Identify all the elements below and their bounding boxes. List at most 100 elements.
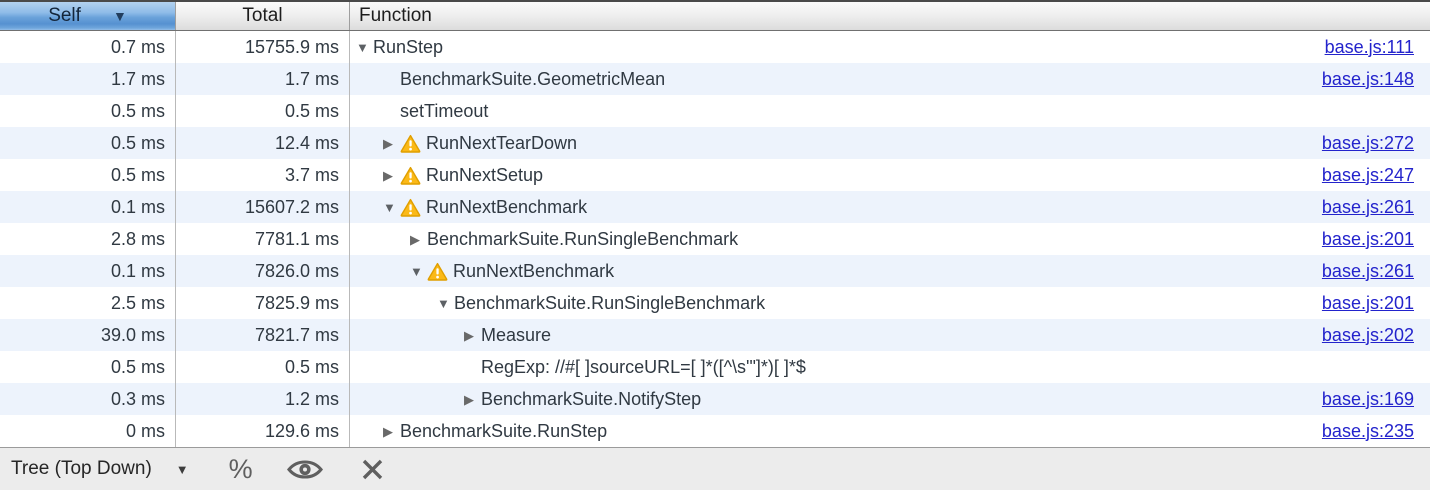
column-header-function[interactable]: Function xyxy=(350,2,1430,30)
function-cell: BenchmarkSuite.GeometricMean base.js:148 xyxy=(350,63,1430,95)
source-link[interactable]: base.js:201 xyxy=(1322,229,1430,250)
table-row[interactable]: 1.7 ms1.7 msBenchmarkSuite.GeometricMean… xyxy=(0,63,1430,95)
grid-header: Self ▼ Total Function xyxy=(0,0,1430,31)
total-time-value: 7821.7 ms xyxy=(176,319,350,351)
function-name: RunNextBenchmark xyxy=(426,197,587,218)
function-name: RunNextSetup xyxy=(426,165,543,186)
source-link[interactable]: base.js:201 xyxy=(1322,293,1430,314)
self-time-value: 0.1 ms xyxy=(0,191,176,223)
table-row[interactable]: 2.5 ms7825.9 ms ▼BenchmarkSuite.RunSingle… xyxy=(0,287,1430,319)
function-name: BenchmarkSuite.NotifyStep xyxy=(481,389,701,410)
total-time-value: 7826.0 ms xyxy=(176,255,350,287)
function-name: BenchmarkSuite.RunStep xyxy=(400,421,607,442)
total-time-value: 7825.9 ms xyxy=(176,287,350,319)
function-cell: setTimeout xyxy=(350,95,1430,127)
profiler-toolbar: Tree (Top Down) ▼ % xyxy=(0,447,1430,490)
function-cell: ▶BenchmarkSuite.RunStep base.js:235 xyxy=(350,415,1430,447)
table-row[interactable]: 0.5 ms0.5 mssetTimeout xyxy=(0,95,1430,127)
function-name: BenchmarkSuite.RunSingleBenchmark xyxy=(454,293,765,314)
tree-indent xyxy=(356,207,383,208)
source-link[interactable]: base.js:235 xyxy=(1322,421,1430,442)
percent-icon: % xyxy=(229,454,253,485)
collapse-arrow-icon[interactable]: ▼ xyxy=(437,297,454,310)
tree-indent xyxy=(356,431,383,432)
function-name: RegExp: //#[ ]sourceURL=[ ]*([^\s'"]*)[ … xyxy=(481,357,806,378)
function-cell: ▼ RunNextBenchmark base.js:261 xyxy=(350,191,1430,223)
self-time-value: 0.3 ms xyxy=(0,383,176,415)
self-time-value: 0.5 ms xyxy=(0,127,176,159)
total-time-value: 1.2 ms xyxy=(176,383,350,415)
tree-indent xyxy=(356,399,464,400)
column-header-self[interactable]: Self ▼ xyxy=(0,2,176,30)
table-row[interactable]: 0.5 ms3.7 ms▶RunNextSetupbase.js:247 xyxy=(0,159,1430,191)
source-link[interactable]: base.js:247 xyxy=(1322,165,1430,186)
collapse-arrow-icon[interactable]: ▼ xyxy=(356,41,373,54)
source-link[interactable]: base.js:111 xyxy=(1325,37,1430,58)
expand-arrow-icon[interactable]: ▶ xyxy=(464,393,481,406)
source-link[interactable]: base.js:169 xyxy=(1322,389,1430,410)
warning-icon xyxy=(400,166,421,185)
table-row[interactable]: 0 ms129.6 ms ▶BenchmarkSuite.RunStep base.… xyxy=(0,415,1430,447)
focus-function-button[interactable] xyxy=(287,458,323,481)
table-row[interactable]: 0.1 ms7826.0 ms▼RunNextBenchmarkbase.js:… xyxy=(0,255,1430,287)
total-time-value: 1.7 ms xyxy=(176,63,350,95)
total-time-value: 15755.9 ms xyxy=(176,31,350,63)
function-name: Measure xyxy=(481,325,551,346)
self-time-value: 1.7 ms xyxy=(0,63,176,95)
column-header-function-label: Function xyxy=(359,5,432,27)
view-mode-select[interactable]: Tree (Top Down) ▼ xyxy=(0,458,189,480)
function-name: BenchmarkSuite.GeometricMean xyxy=(400,69,665,90)
table-row[interactable]: 0.5 ms12.4 ms ▶ RunNextTearDown base.js:272 xyxy=(0,127,1430,159)
tree-indent xyxy=(356,175,383,176)
function-cell: ▶BenchmarkSuite.NotifyStep base.js:169 xyxy=(350,383,1430,415)
function-name: RunStep xyxy=(373,37,443,58)
total-time-value: 7781.1 ms xyxy=(176,223,350,255)
tree-grid-body: 0.7 ms15755.9 ms▼RunStepbase.js:1111.7 m… xyxy=(0,31,1430,447)
function-name: setTimeout xyxy=(400,101,488,122)
tree-indent xyxy=(356,367,464,368)
exclude-function-button[interactable] xyxy=(359,456,386,483)
column-header-total-label: Total xyxy=(242,5,282,27)
self-time-value: 2.5 ms xyxy=(0,287,176,319)
source-link[interactable]: base.js:148 xyxy=(1322,69,1430,90)
source-link[interactable]: base.js:261 xyxy=(1322,261,1430,282)
collapse-arrow-icon[interactable]: ▼ xyxy=(383,201,400,214)
percent-toggle-button[interactable]: % xyxy=(189,454,253,485)
expand-arrow-icon[interactable]: ▶ xyxy=(464,329,481,342)
self-time-value: 2.8 ms xyxy=(0,223,176,255)
source-link[interactable]: base.js:272 xyxy=(1322,133,1430,154)
table-row[interactable]: 39.0 ms7821.7 ms▶Measurebase.js:202 xyxy=(0,319,1430,351)
table-row[interactable]: 0.3 ms1.2 ms ▶BenchmarkSuite.NotifyStep ba… xyxy=(0,383,1430,415)
expand-arrow-icon[interactable]: ▶ xyxy=(383,425,400,438)
warning-icon xyxy=(427,262,448,281)
column-header-total[interactable]: Total xyxy=(176,2,350,30)
function-name: RunNextBenchmark xyxy=(453,261,614,282)
expand-arrow-icon[interactable]: ▶ xyxy=(383,137,400,150)
tree-indent xyxy=(356,303,437,304)
self-time-value: 0 ms xyxy=(0,415,176,447)
tree-indent xyxy=(356,111,383,112)
function-cell: RegExp: //#[ ]sourceURL=[ ]*([^\s'"]*)[ … xyxy=(350,351,1430,383)
table-row[interactable]: 0.7 ms15755.9 ms▼RunStepbase.js:111 xyxy=(0,31,1430,63)
function-name: RunNextTearDown xyxy=(426,133,577,154)
tree-indent xyxy=(356,271,410,272)
source-link[interactable]: base.js:261 xyxy=(1322,197,1430,218)
close-icon xyxy=(359,456,386,483)
warning-icon xyxy=(400,134,421,153)
expand-arrow-icon[interactable]: ▶ xyxy=(383,169,400,182)
total-time-value: 0.5 ms xyxy=(176,351,350,383)
tree-indent xyxy=(356,79,383,80)
total-time-value: 15607.2 ms xyxy=(176,191,350,223)
column-header-self-label: Self xyxy=(48,5,81,27)
sort-descending-icon: ▼ xyxy=(113,9,127,23)
table-row[interactable]: 0.5 ms0.5 msRegExp: //#[ ]sourceURL=[ ]*… xyxy=(0,351,1430,383)
collapse-arrow-icon[interactable]: ▼ xyxy=(410,265,427,278)
table-row[interactable]: 2.8 ms7781.1 ms▶BenchmarkSuite.RunSingle… xyxy=(0,223,1430,255)
expand-arrow-icon[interactable]: ▶ xyxy=(410,233,427,246)
function-cell: ▼ RunNextBenchmark base.js:261 xyxy=(350,255,1430,287)
total-time-value: 12.4 ms xyxy=(176,127,350,159)
source-link[interactable]: base.js:202 xyxy=(1322,325,1430,346)
total-time-value: 129.6 ms xyxy=(176,415,350,447)
tree-indent xyxy=(356,335,464,336)
table-row[interactable]: 0.1 ms15607.2 ms ▼ RunNextBenchmark base.js… xyxy=(0,191,1430,223)
